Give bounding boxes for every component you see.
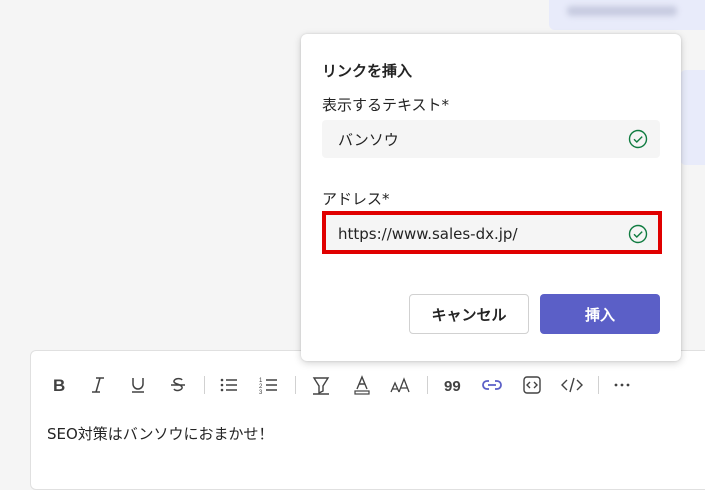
display-text-label: 表示するテキスト*	[322, 96, 450, 114]
insert-button[interactable]: 挿入	[540, 294, 660, 334]
formatting-toolbar: B 123 99	[31, 373, 671, 397]
bulleted-list-icon[interactable]	[217, 373, 241, 397]
message-input-text[interactable]: SEO対策はバンソウにおまかせ！	[47, 423, 274, 444]
code-snippet-icon[interactable]	[520, 373, 544, 397]
checkmark-circle-icon	[628, 129, 648, 149]
svg-text:B: B	[53, 376, 65, 395]
code-icon[interactable]	[560, 373, 584, 397]
message-composer[interactable]: B 123 99 SEO対策はバンソウにおまかせ！	[30, 350, 705, 490]
strikethrough-icon[interactable]	[166, 373, 190, 397]
numbered-list-icon[interactable]: 123	[257, 373, 281, 397]
chat-bubble	[680, 70, 705, 165]
font-color-icon[interactable]	[350, 373, 374, 397]
highlight-icon[interactable]	[309, 373, 333, 397]
display-text-value: バンソウ	[338, 130, 399, 149]
chat-bubble	[549, 0, 705, 30]
cancel-button[interactable]: キャンセル	[409, 294, 529, 334]
svg-text:99: 99	[444, 378, 461, 395]
bold-icon[interactable]: B	[47, 373, 71, 397]
dialog-title: リンクを挿入	[322, 62, 413, 80]
svg-text:3: 3	[259, 390, 263, 395]
link-icon[interactable]	[480, 373, 504, 397]
italic-icon[interactable]	[86, 373, 110, 397]
more-options-icon[interactable]	[610, 373, 634, 397]
display-text-field[interactable]: バンソウ	[322, 120, 660, 158]
underline-icon[interactable]	[126, 373, 150, 397]
insert-link-dialog: リンクを挿入 表示するテキスト* バンソウ アドレス* https://www.…	[301, 34, 681, 361]
checkmark-circle-icon	[628, 224, 648, 244]
quote-icon[interactable]: 99	[440, 373, 464, 397]
address-value: https://www.sales-dx.jp/	[338, 225, 518, 243]
address-label: アドレス*	[322, 190, 390, 208]
address-field[interactable]: https://www.sales-dx.jp/	[322, 215, 660, 253]
font-size-icon[interactable]	[389, 373, 413, 397]
